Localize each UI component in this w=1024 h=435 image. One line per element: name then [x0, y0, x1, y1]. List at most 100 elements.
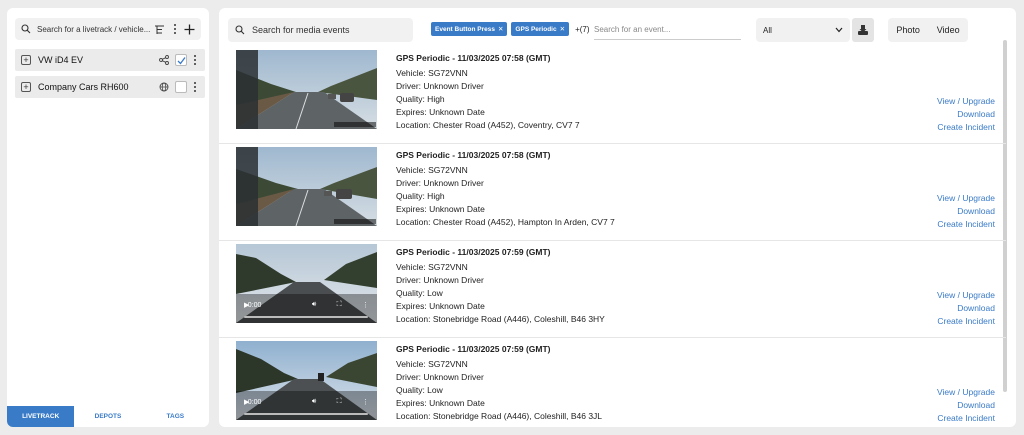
fullscreen-icon[interactable]: ⛶ — [337, 398, 342, 406]
event-quality: Quality: High — [396, 191, 445, 201]
download-link[interactable]: Download — [937, 302, 995, 315]
create-incident-link[interactable]: Create Incident — [937, 121, 995, 134]
more-options-icon[interactable]: ⋮ — [362, 301, 369, 309]
video-progress[interactable] — [244, 316, 368, 318]
event-photo[interactable] — [236, 147, 377, 226]
tree-filter-icon[interactable] — [154, 24, 165, 35]
filter-tag[interactable]: GPS Periodic ✕ — [511, 22, 570, 36]
tab-depots[interactable]: DEPOTS — [74, 406, 141, 427]
more-tags-count[interactable]: +(7) — [575, 25, 589, 34]
event-title: GPS Periodic - 11/03/2025 07:58 (GMT) — [396, 53, 551, 63]
download-link[interactable]: Download — [937, 108, 995, 121]
vehicle-name: Company Cars RH600 — [38, 82, 129, 92]
event-expires: Expires: Unknown Date — [396, 301, 485, 311]
event-video[interactable]: ▶ 0:00 🔊︎ ⛶ ⋮ — [236, 244, 377, 323]
sidebar-tabs: LIVETRACK DEPOTS TAGS — [7, 406, 209, 427]
vehicle-row[interactable]: + Company Cars RH600 — [15, 76, 205, 98]
search-icon — [21, 24, 31, 34]
event-driver: Driver: Unknown Driver — [396, 275, 484, 285]
event-card: GPS Periodic - 11/03/2025 07:58 (GMT) Ve… — [219, 144, 1006, 241]
view-upgrade-link[interactable]: View / Upgrade — [937, 386, 995, 399]
more-options-icon[interactable] — [191, 81, 199, 93]
close-icon[interactable]: ✕ — [498, 25, 503, 33]
more-options-icon[interactable] — [191, 54, 199, 66]
event-info: GPS Periodic - 11/03/2025 07:59 (GMT) Ve… — [396, 343, 602, 423]
event-expires: Expires: Unknown Date — [396, 398, 485, 408]
event-quality: Quality: High — [396, 94, 445, 104]
event-actions: View / Upgrade Download Create Incident — [937, 386, 995, 425]
fullscreen-icon[interactable]: ⛶ — [337, 301, 342, 309]
filter-tag[interactable]: Event Button Press ✕ — [431, 22, 508, 36]
vehicle-search-input[interactable]: Search for a livetrack / vehicle... — [37, 25, 150, 34]
expand-icon[interactable]: + — [21, 55, 31, 65]
expand-icon[interactable]: + — [21, 82, 31, 92]
vehicle-name: VW iD4 EV — [38, 55, 84, 65]
video-progress[interactable] — [244, 413, 368, 415]
vehicle-row[interactable]: + VW iD4 EV — [15, 49, 205, 71]
event-info: GPS Periodic - 11/03/2025 07:59 (GMT) Ve… — [396, 246, 605, 326]
filter-tags: Event Button Press ✕ GPS Periodic ✕ +(7) — [431, 22, 590, 36]
event-vehicle: Vehicle: SG72VNN — [396, 68, 468, 78]
volume-icon[interactable]: 🔊︎ — [312, 398, 316, 406]
tab-tags[interactable]: TAGS — [142, 406, 209, 427]
create-incident-link[interactable]: Create Incident — [937, 315, 995, 328]
photo-toggle[interactable]: Photo — [896, 25, 920, 35]
event-card: ▶ 0:00 🔊︎ ⛶ ⋮ GPS Periodic - 11/03/2025 … — [219, 241, 1006, 338]
media-search[interactable]: Search for media events — [228, 18, 413, 42]
create-incident-link[interactable]: Create Incident — [937, 412, 995, 425]
download-link[interactable]: Download — [937, 399, 995, 412]
event-location: Location: Stonebridge Road (A446), Coles… — [396, 411, 603, 421]
event-title: GPS Periodic - 11/03/2025 07:59 (GMT) — [396, 344, 551, 354]
search-icon — [235, 25, 245, 35]
vehicle-checkbox[interactable] — [175, 54, 187, 66]
vehicle-checkbox[interactable] — [175, 81, 187, 93]
video-controls: ▶ 0:00 🔊︎ ⛶ ⋮ — [236, 299, 377, 323]
volume-icon[interactable]: 🔊︎ — [312, 301, 316, 309]
event-vehicle: Vehicle: SG72VNN — [396, 262, 468, 272]
event-info: GPS Periodic - 11/03/2025 07:58 (GMT) Ve… — [396, 149, 615, 229]
download-all-button[interactable] — [852, 18, 874, 42]
video-controls: ▶ 0:00 🔊︎ ⛶ ⋮ — [236, 396, 377, 420]
event-actions: View / Upgrade Download Create Incident — [937, 192, 995, 231]
more-options-icon[interactable] — [171, 23, 179, 35]
view-upgrade-link[interactable]: View / Upgrade — [937, 95, 995, 108]
view-upgrade-link[interactable]: View / Upgrade — [937, 192, 995, 205]
event-search-input[interactable]: Search for an event... — [594, 20, 741, 40]
event-driver: Driver: Unknown Driver — [396, 81, 484, 91]
create-incident-link[interactable]: Create Incident — [937, 218, 995, 231]
select-value: All — [763, 25, 772, 35]
filter-tag-label: GPS Periodic — [515, 25, 557, 33]
event-actions: View / Upgrade Download Create Incident — [937, 95, 995, 134]
more-options-icon[interactable]: ⋮ — [362, 398, 369, 406]
event-driver: Driver: Unknown Driver — [396, 178, 484, 188]
event-video[interactable]: ▶ 0:00 🔊︎ ⛶ ⋮ — [236, 341, 377, 420]
event-info: GPS Periodic - 11/03/2025 07:58 (GMT) Ve… — [396, 52, 580, 132]
event-expires: Expires: Unknown Date — [396, 107, 485, 117]
close-icon[interactable]: ✕ — [560, 25, 565, 33]
chevron-down-icon — [835, 27, 843, 33]
download-link[interactable]: Download — [937, 205, 995, 218]
event-card: GPS Periodic - 11/03/2025 07:58 (GMT) Ve… — [219, 47, 1006, 144]
event-quality: Quality: Low — [396, 385, 443, 395]
share-icon[interactable] — [159, 55, 169, 65]
video-time: 0:00 — [247, 398, 262, 406]
event-photo[interactable] — [236, 50, 377, 129]
event-actions: View / Upgrade Download Create Incident — [937, 289, 995, 328]
globe-icon[interactable] — [159, 82, 169, 92]
event-title: GPS Periodic - 11/03/2025 07:58 (GMT) — [396, 150, 551, 160]
event-title: GPS Periodic - 11/03/2025 07:59 (GMT) — [396, 247, 551, 257]
video-time: 0:00 — [247, 301, 262, 309]
vehicle-search[interactable]: Search for a livetrack / vehicle... — [15, 18, 201, 40]
event-driver: Driver: Unknown Driver — [396, 372, 484, 382]
view-upgrade-link[interactable]: View / Upgrade — [937, 289, 995, 302]
media-search-input[interactable]: Search for media events — [252, 25, 350, 35]
video-toggle[interactable]: Video — [937, 25, 960, 35]
add-icon[interactable] — [184, 24, 195, 35]
event-location: Location: Chester Road (A452), Hampton I… — [396, 217, 615, 227]
event-quality: Quality: Low — [396, 288, 443, 298]
event-type-select[interactable]: All — [756, 18, 850, 42]
media-type-toggle: Photo Video — [888, 18, 968, 42]
tab-livetrack[interactable]: LIVETRACK — [7, 406, 75, 427]
event-vehicle: Vehicle: SG72VNN — [396, 359, 468, 369]
event-location: Location: Stonebridge Road (A446), Coles… — [396, 314, 605, 324]
